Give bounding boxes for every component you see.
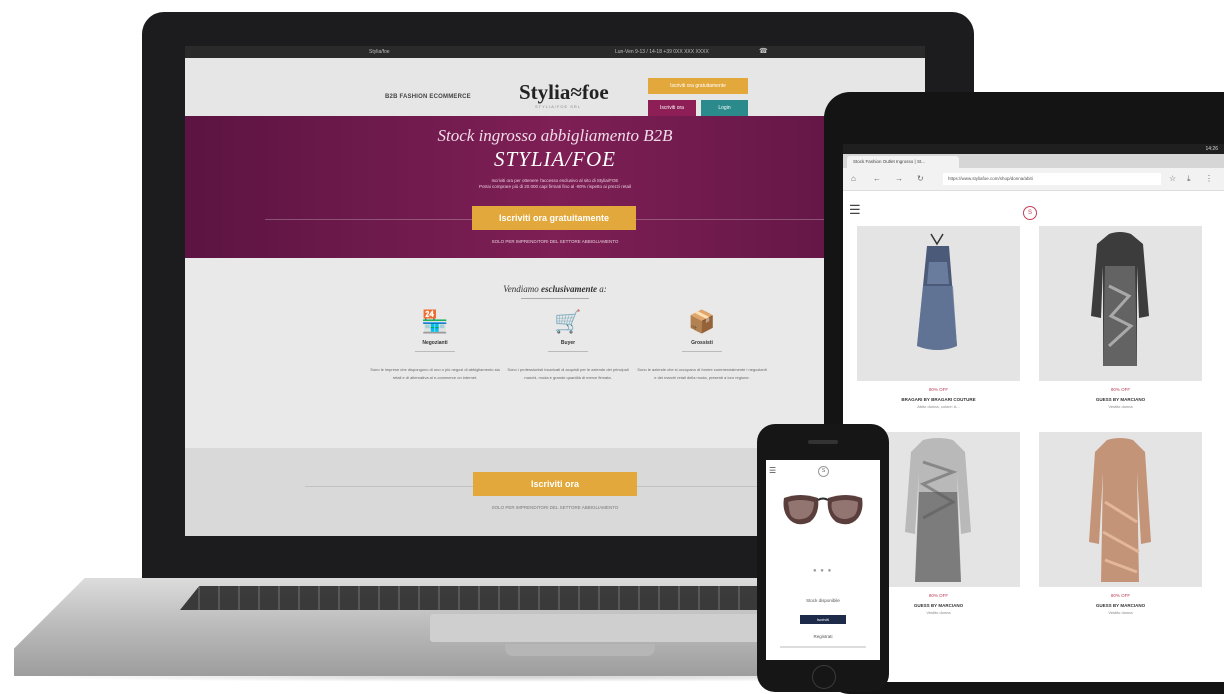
feature-label: Buyer — [560, 340, 576, 346]
feature-rule — [682, 351, 722, 352]
product-discount: 80% OFF — [1110, 387, 1131, 392]
product-discount: 80% OFF — [1110, 593, 1131, 598]
status-time: 14:26 — [1205, 146, 1218, 152]
bottom-signup-button[interactable]: Iscriviti ora — [473, 472, 637, 496]
hero-title: Stock ingrosso abbigliamento B2B — [437, 126, 673, 145]
dress-image — [1089, 438, 1151, 582]
section-title-tail: a: — [599, 284, 607, 294]
download-icon[interactable]: ⤓ — [1187, 174, 1191, 184]
signup-free-header-button[interactable]: Iscriviti ora gratuitamente — [648, 78, 748, 94]
product-name[interactable]: GUESS BY MARCIANO — [1039, 397, 1202, 402]
hero-banner: Stock ingrosso abbigliamento B2B STYLIA/… — [185, 116, 925, 258]
login-button[interactable]: Login — [701, 100, 748, 116]
home-icon[interactable]: ⌂ — [851, 174, 856, 183]
site-logo[interactable]: Stylia≈foe — [519, 80, 609, 105]
shop-icon: 🏪 — [421, 309, 449, 334]
feature-negozianti: 🏪 Negozianti Sono le imprese che dispong… — [370, 308, 500, 382]
browser-tab-strip: Stock Fashion Outlet Ingrosso | St... — [843, 154, 1224, 168]
hero-text-line2: Potrai comprare più di 20.000 capi firma… — [478, 184, 632, 189]
top-info-bar: Stylia/foe Lun-Ven 9-13 / 14-18 +39 0XX … — [185, 46, 925, 58]
tablet-screen: 14:26 Stock Fashion Outlet Ingrosso | St… — [843, 144, 1224, 682]
browser-toolbar: ⌂ ← → ↻ https://www.styliafoe.com/shop/d… — [843, 168, 1224, 191]
hamburger-menu-icon[interactable]: ☰ — [769, 466, 776, 475]
address-bar[interactable]: https://www.styliafoe.com/shop/donna/abi… — [943, 173, 1161, 185]
product-card[interactable]: 80% OFF BRAGARI BY BRAGARI COUTURE Abito… — [857, 226, 1020, 409]
laptop-keyboard — [180, 586, 820, 610]
section-divider — [521, 298, 589, 299]
phone-signup-button[interactable]: Iscriviti — [800, 615, 846, 624]
more-icon[interactable]: ⋮ — [1205, 174, 1213, 183]
product-name[interactable]: GUESS BY MARCIANO — [1039, 603, 1202, 608]
topbar-brand: Stylia/foe — [369, 49, 390, 55]
product-card[interactable]: 80% OFF GUESS BY MARCIANO Vestito donna — [1039, 226, 1202, 409]
register-link[interactable]: Registrati — [766, 634, 880, 639]
hamburger-menu-icon[interactable]: ☰ — [849, 202, 861, 218]
back-icon[interactable]: ← — [873, 174, 881, 183]
phone-home-button[interactable] — [812, 665, 836, 689]
product-card[interactable]: 80% OFF GUESS BY MARCIANO Vestito donna — [1039, 432, 1202, 615]
topbar-contact: Lun-Ven 9-13 / 14-18 +39 0XX XXX XXXX — [615, 49, 709, 55]
site-header: B2B FASHION ECOMMERCE Stylia≈foe STYLIA/… — [185, 58, 925, 116]
section-title-plain: Vendiamo — [503, 284, 539, 294]
star-icon[interactable]: ☆ — [1169, 174, 1176, 183]
tablet-status-bar: 14:26 — [843, 144, 1224, 154]
dress-image — [917, 233, 957, 350]
feature-text: Sono i professionisti incaricati di acqu… — [507, 367, 629, 380]
hero-signup-button[interactable]: Iscriviti ora gratuitamente — [472, 206, 636, 230]
signup-header-button[interactable]: Iscriviti ora — [648, 100, 696, 116]
phone-screen: ☰ S ● ● ● Stock disponibile Iscriviti Re… — [766, 460, 880, 660]
feature-rule — [548, 351, 588, 352]
section-title: Vendiamo esclusivamente a: — [185, 284, 925, 294]
hero-subtitle: STYLIA/FOE — [493, 147, 616, 171]
browser-tab[interactable]: Stock Fashion Outlet Ingrosso | St... — [847, 156, 959, 168]
dress-image — [1091, 232, 1149, 366]
phone-icon: ☎ — [759, 48, 768, 55]
product-subtitle: Vestito donna — [1108, 404, 1133, 409]
cart-icon: 🛒 — [554, 309, 582, 334]
laptop-trackpad — [430, 614, 760, 642]
product-subtitle: Abito donna, colore: A... — [917, 404, 960, 409]
section-title-emphasis: esclusivamente — [541, 284, 597, 294]
product-image[interactable] — [1039, 226, 1202, 381]
feature-label: Grossisti — [691, 340, 713, 346]
hero-note: SOLO PER IMPRENDITORI DEL SETTORE ABBIGL… — [491, 239, 619, 244]
header-tagline: B2B FASHION ECOMMERCE — [385, 94, 471, 100]
feature-rule — [415, 351, 455, 352]
product-subtitle: Vestito donna — [1108, 610, 1133, 615]
logo-subtitle: STYLIA/FOE SRL — [535, 104, 582, 109]
box-icon: 📦 — [688, 309, 716, 334]
sunglasses-image[interactable] — [780, 488, 866, 532]
product-image[interactable] — [1039, 432, 1202, 587]
phone-footer-line — [780, 646, 866, 648]
feature-buyer: 🛒 Buyer Sono i professionisti incaricati… — [503, 308, 633, 382]
laptop-lip — [505, 644, 655, 656]
product-discount: 80% OFF — [928, 387, 949, 392]
carousel-dots[interactable]: ● ● ● — [813, 568, 832, 574]
product-name[interactable]: BRAGARI BY BRAGARI COUTURE — [857, 397, 1020, 402]
phone-speaker — [808, 440, 838, 444]
forward-icon[interactable]: → — [895, 174, 903, 183]
reload-icon[interactable]: ↻ — [917, 174, 924, 183]
feature-text: Sono le imprese che dispongono di uno o … — [370, 367, 500, 380]
feature-text: Sono le aziende che si occupano di forni… — [637, 367, 767, 380]
stock-label: Stock disponibile — [806, 598, 840, 603]
hero-description: Iscriviti ora per ottenere l'accesso esc… — [185, 178, 925, 190]
site-logo-icon[interactable]: S — [818, 466, 829, 477]
feature-label: Negozianti — [422, 340, 448, 346]
feature-grossisti: 📦 Grossisti Sono le aziende che si occup… — [637, 308, 767, 382]
site-logo-icon[interactable]: S — [1023, 206, 1037, 220]
product-image[interactable] — [857, 226, 1020, 381]
